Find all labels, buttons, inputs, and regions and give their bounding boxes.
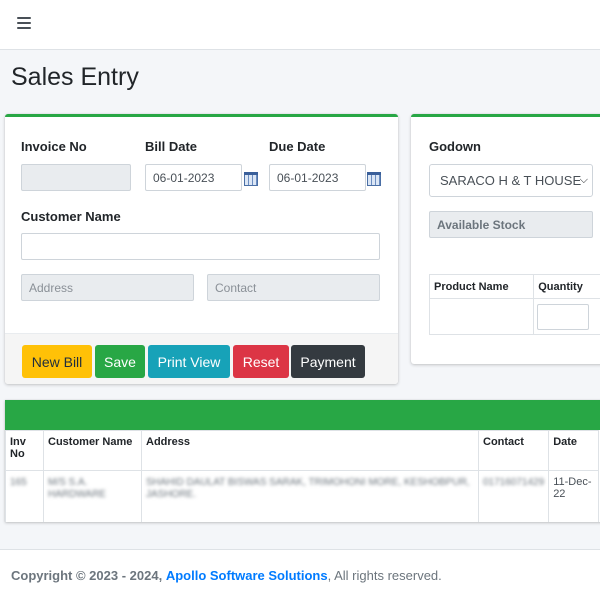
table-header-row: Product Name Quantity [428,274,600,299]
product-name-cell [428,298,535,335]
calendar-icon[interactable] [244,172,258,186]
available-stock-field: Available Stock [429,211,593,238]
invoice-form-card: Invoice No Bill Date Due Date Customer N… [5,114,398,384]
customer-name-cell: M/S S.A. HARDWARE [43,470,142,522]
customer-name-label: Customer Name [21,209,121,224]
due-date-label: Due Date [269,139,326,154]
invoice-no-label: Invoice No [21,139,87,154]
godown-select[interactable]: SARACO H & T HOUSE ⌵ [429,164,593,197]
address-cell: SHAHID DAULAT BISWAS SARAK, TRIMOHONI MO… [141,470,479,522]
page-title: Sales Entry [11,63,139,91]
print-view-button[interactable]: Print View [148,345,230,378]
form-actions: New Bill Save Print View Reset Payment [5,333,398,384]
customer-name-header: Customer Name [43,430,142,471]
contact-input [207,274,380,301]
due-date-input[interactable] [269,164,366,191]
quantity-input[interactable] [537,303,590,330]
inv-no-cell: 165 [5,470,44,522]
godown-selected-value: SARACO H & T HOUSE [440,173,582,188]
footer: Copyright © 2023 - 2024, Apollo Software… [0,549,600,600]
bill-date-label: Bill Date [145,139,198,154]
table-header-row: Inv No Customer Name Address Contact Dat… [5,430,600,471]
quantity-header: Quantity [533,274,600,299]
godown-label: Godown [429,139,481,154]
product-table: Product Name Quantity [428,274,600,335]
product-name-header: Product Name [428,274,535,299]
invoice-no-input [21,164,131,191]
calendar-icon[interactable] [367,172,381,186]
save-button[interactable]: Save [95,345,145,378]
address-input [21,274,194,301]
new-bill-button[interactable]: New Bill [22,345,92,378]
contact-header: Contact [477,430,550,471]
godown-card: Godown SARACO H & T HOUSE ⌵ Available St… [411,114,600,364]
bill-date-input[interactable] [145,164,242,191]
company-link[interactable]: Apollo Software Solutions [166,568,328,583]
reset-button[interactable]: Reset [233,345,289,378]
table-row[interactable]: 165 M/S S.A. HARDWARE SHAHID DAULAT BISW… [5,470,600,522]
customer-name-input[interactable] [21,233,380,260]
menu-icon[interactable] [17,17,31,30]
contact-cell: 01716071429 [477,470,550,522]
date-cell: 11-Dec-22 [548,470,600,522]
sales-list-card: Inv No Customer Name Address Contact Dat… [5,400,600,522]
rights-text: , All rights reserved. [327,568,442,583]
sales-list-header-bar [5,400,600,430]
chevron-down-icon: ⌵ [579,174,588,186]
address-header: Address [141,430,479,471]
sales-table: Inv No Customer Name Address Contact Dat… [5,430,600,522]
top-navbar [0,0,600,50]
date-header: Date [548,430,600,471]
payment-button[interactable]: Payment [291,345,365,378]
quantity-cell [533,298,600,335]
table-row [428,298,600,335]
inv-no-header: Inv No [5,430,44,471]
copyright-text: Copyright © 2023 - 2024, [11,568,163,583]
